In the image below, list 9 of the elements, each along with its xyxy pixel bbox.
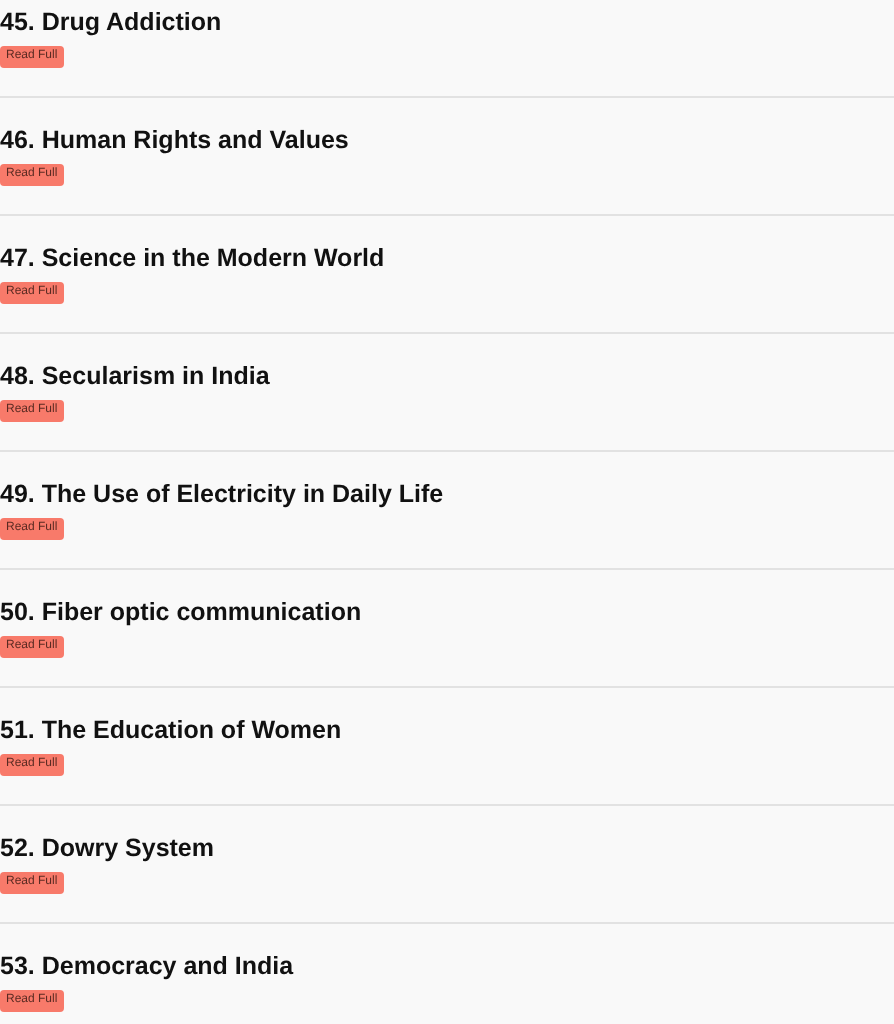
article-title: 46. Human Rights and Values bbox=[0, 124, 349, 156]
article-title: 52. Dowry System bbox=[0, 832, 214, 864]
article-title: 50. Fiber optic communication bbox=[0, 596, 362, 628]
article-title: 47. Science in the Modern World bbox=[0, 242, 385, 274]
article-title: 45. Drug Addiction bbox=[0, 6, 222, 38]
article-title: 53. Democracy and India bbox=[0, 950, 294, 982]
article-title: 48. Secularism in India bbox=[0, 360, 270, 392]
article-title: 49. The Use of Electricity in Daily Life bbox=[0, 478, 444, 510]
article-title: 51. The Education of Women bbox=[0, 714, 342, 746]
